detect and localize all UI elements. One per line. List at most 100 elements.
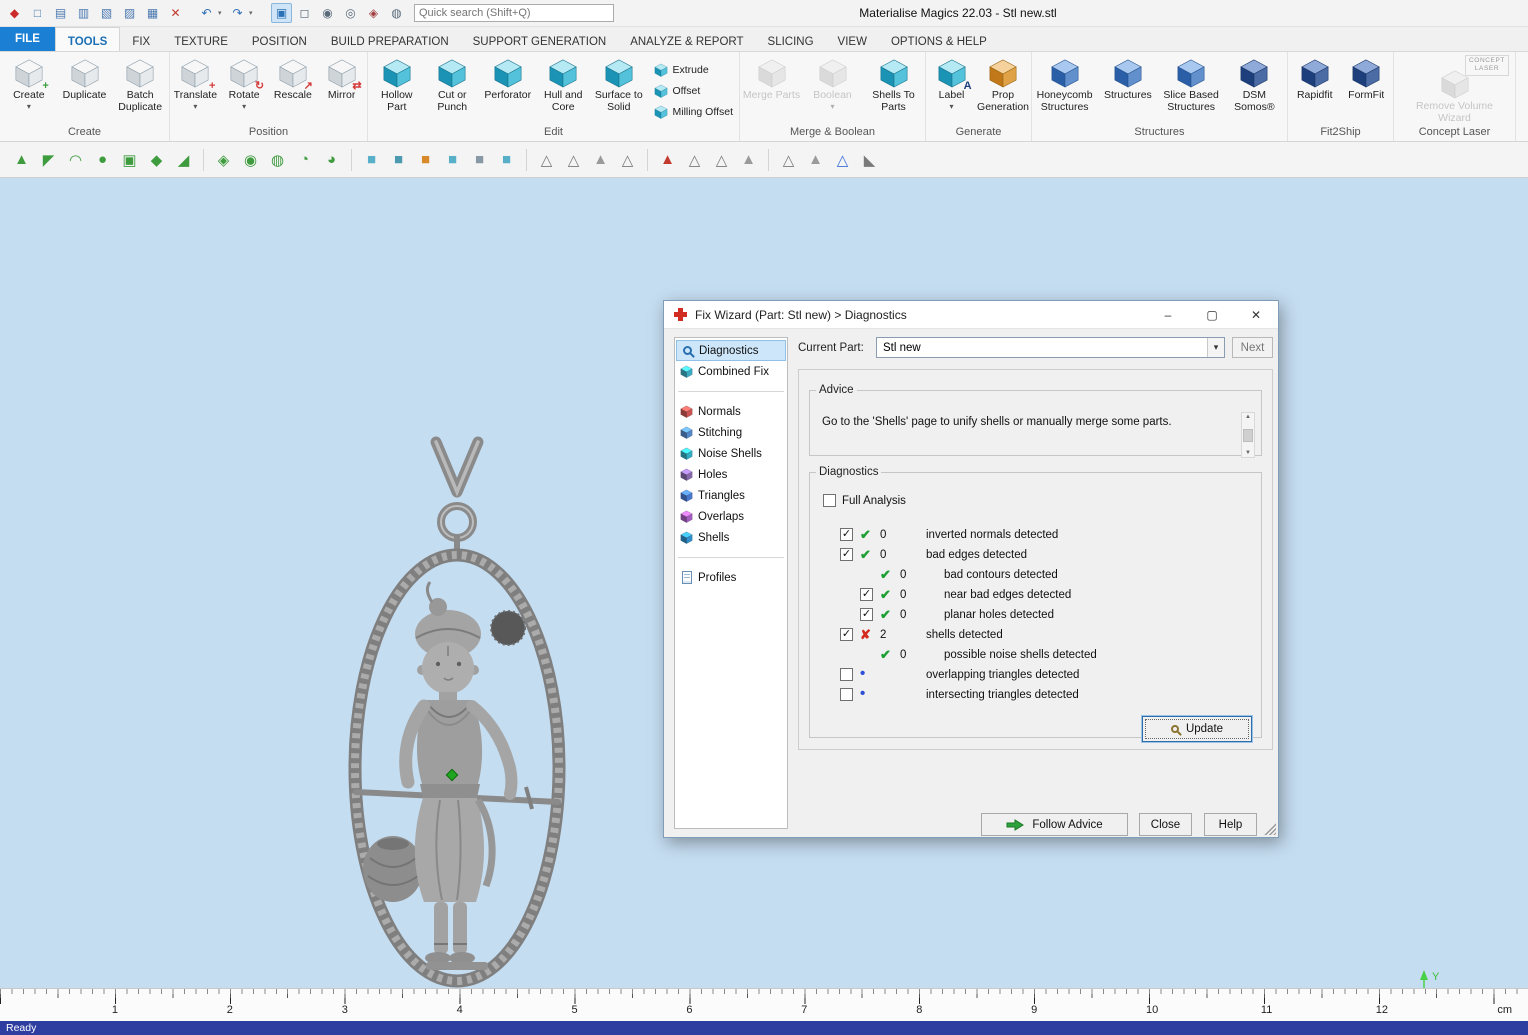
diagnostic-checkbox[interactable]: ✓: [840, 628, 853, 641]
tab-slicing[interactable]: SLICING: [756, 27, 826, 51]
label-button[interactable]: A Label ▾: [928, 55, 975, 125]
diagnostic-checkbox[interactable]: ✓: [840, 528, 853, 541]
save-project-icon[interactable]: ▥: [73, 3, 94, 23]
sidebar-item-shells[interactable]: Shells: [676, 527, 786, 548]
prop-generation-button[interactable]: Prop Generation: [977, 55, 1029, 125]
select-lasso-icon[interactable]: ◢: [170, 147, 197, 173]
cube-part-icon[interactable]: ■: [493, 147, 520, 173]
export-part-icon[interactable]: ▨: [119, 3, 140, 23]
tab-support-generation[interactable]: SUPPORT GENERATION: [461, 27, 619, 51]
select-curve-icon[interactable]: ◠: [62, 147, 89, 173]
mirror-button[interactable]: ⇄ Mirror: [318, 55, 365, 125]
sidebar-item-holes[interactable]: Holes: [676, 464, 786, 485]
tab-view[interactable]: VIEW: [826, 27, 879, 51]
extrude-button[interactable]: Extrude: [654, 63, 734, 77]
tab-texture[interactable]: TEXTURE: [162, 27, 240, 51]
structures-button[interactable]: Structures: [1097, 55, 1158, 125]
scroll-down-icon[interactable]: ▼: [1245, 450, 1251, 456]
rescale-button[interactable]: ↗ Rescale: [270, 55, 317, 125]
import-part-icon[interactable]: ▧: [96, 3, 117, 23]
magics-app-icon[interactable]: ◆: [4, 3, 25, 23]
cube-mark-icon[interactable]: ■: [358, 147, 385, 173]
unzoom-view-icon[interactable]: ◈: [363, 3, 384, 23]
sidebar-item-diagnostics[interactable]: Diagnostics: [676, 340, 786, 361]
duplicate-button[interactable]: Duplicate: [58, 55, 112, 125]
search-settings-icon[interactable]: ◍: [386, 3, 407, 23]
diagnostic-checkbox[interactable]: ✓: [840, 548, 853, 561]
triangle-stitch-icon[interactable]: △: [708, 147, 735, 173]
triangle-section-icon[interactable]: ▲: [802, 147, 829, 173]
translate-button[interactable]: + Translate ▾: [172, 55, 219, 125]
tab-position[interactable]: POSITION: [240, 27, 319, 51]
select-window-icon[interactable]: ▣: [116, 147, 143, 173]
undo-dropdown-icon[interactable]: ▾: [218, 9, 226, 17]
checkbox-icon[interactable]: [823, 494, 836, 507]
close-part-icon[interactable]: ✕: [165, 3, 186, 23]
surface-to-solid-button[interactable]: Surface to Solid: [592, 55, 646, 125]
tab-analyze-report[interactable]: ANALYZE & REPORT: [618, 27, 755, 51]
slice-based-structures-button[interactable]: Slice Based Structures: [1161, 55, 1222, 125]
mark-plane-icon[interactable]: ◈: [210, 147, 237, 173]
help-button[interactable]: Help: [1204, 813, 1257, 836]
advice-scrollbar[interactable]: ▲ ▼: [1241, 412, 1255, 458]
hollow-part-button[interactable]: Hollow Part: [370, 55, 424, 125]
dialog-titlebar[interactable]: Fix Wizard (Part: Stl new) > Diagnostics…: [664, 301, 1278, 329]
new-scene-icon[interactable]: □: [27, 3, 48, 23]
merge-parts-button[interactable]: Merge Parts: [742, 55, 801, 125]
select-rectangle-icon[interactable]: ◤: [35, 147, 62, 173]
sidebar-item-combined-fix[interactable]: Combined Fix: [676, 361, 786, 382]
update-button[interactable]: Update: [1142, 716, 1252, 742]
close-button[interactable]: Close: [1139, 813, 1192, 836]
create-button[interactable]: + Create ▾: [2, 55, 56, 125]
cube-view-icon[interactable]: ■: [439, 147, 466, 173]
diagnostic-checkbox[interactable]: [840, 668, 853, 681]
triangle-delete-icon[interactable]: △: [560, 147, 587, 173]
honeycomb-structures-button[interactable]: Honeycomb Structures: [1034, 55, 1095, 125]
sidebar-item-triangles[interactable]: Triangles: [676, 485, 786, 506]
rapidfit-button[interactable]: Rapidfit: [1290, 55, 1340, 125]
minimize-button[interactable]: –: [1146, 301, 1190, 328]
offset-button[interactable]: Offset: [654, 84, 734, 98]
tab-build-preparation[interactable]: BUILD PREPARATION: [319, 27, 461, 51]
select-triangles-icon[interactable]: ▲: [8, 147, 35, 173]
cut-or-punch-button[interactable]: Cut or Punch: [426, 55, 480, 125]
shells-to-parts-button[interactable]: Shells To Parts: [864, 55, 923, 125]
milling-offset-button[interactable]: Milling Offset: [654, 105, 734, 119]
triangle-compare-icon[interactable]: △: [829, 147, 856, 173]
hull-and-core-button[interactable]: Hull and Core: [537, 55, 591, 125]
triangle-offset-icon[interactable]: ◣: [856, 147, 883, 173]
tab-file[interactable]: FILE: [0, 27, 55, 51]
full-analysis-checkbox[interactable]: Full Analysis: [823, 494, 906, 507]
resize-grip[interactable]: [1263, 822, 1276, 835]
current-part-select[interactable]: Stl new ▾: [876, 337, 1225, 358]
select-brush-icon[interactable]: ●: [89, 147, 116, 173]
formfit-button[interactable]: FormFit: [1342, 55, 1392, 125]
save-part-icon[interactable]: ▦: [142, 3, 163, 23]
sidebar-item-profiles[interactable]: Profiles: [676, 567, 786, 588]
diagnostic-checkbox[interactable]: ✓: [860, 588, 873, 601]
zoom-view-icon[interactable]: ◉: [317, 3, 338, 23]
remove-volume-wizard-button[interactable]: Remove Volume Wizard: [1405, 66, 1505, 125]
undo-button[interactable]: ↶: [196, 3, 217, 23]
sidebar-item-noise-shells[interactable]: Noise Shells: [676, 443, 786, 464]
mark-shell-icon[interactable]: ◉: [237, 147, 264, 173]
mark-all-icon[interactable]: ◕: [318, 147, 345, 173]
cube-scene-icon[interactable]: ■: [466, 147, 493, 173]
triangle-measure-icon[interactable]: △: [775, 147, 802, 173]
fix-marked-icon[interactable]: ▲: [654, 147, 681, 173]
zoom-window-icon[interactable]: ◎: [340, 3, 361, 23]
mark-connected-icon[interactable]: ◔: [291, 147, 318, 173]
close-icon[interactable]: ✕: [1234, 301, 1278, 328]
sidebar-item-normals[interactable]: Normals: [676, 401, 786, 422]
triangle-split-icon[interactable]: △: [614, 147, 641, 173]
pan-view-icon[interactable]: ◻: [294, 3, 315, 23]
sidebar-item-stitching[interactable]: Stitching: [676, 422, 786, 443]
sidebar-item-overlaps[interactable]: Overlaps: [676, 506, 786, 527]
scrollbar-thumb[interactable]: [1243, 429, 1253, 442]
triangle-trim-icon[interactable]: ▲: [735, 147, 762, 173]
load-project-icon[interactable]: ▤: [50, 3, 71, 23]
tab-options-help[interactable]: OPTIONS & HELP: [879, 27, 999, 51]
select-clover-icon[interactable]: ◆: [143, 147, 170, 173]
maximize-button[interactable]: ▢: [1190, 301, 1234, 328]
rotate-view-icon[interactable]: ▣: [271, 3, 292, 23]
